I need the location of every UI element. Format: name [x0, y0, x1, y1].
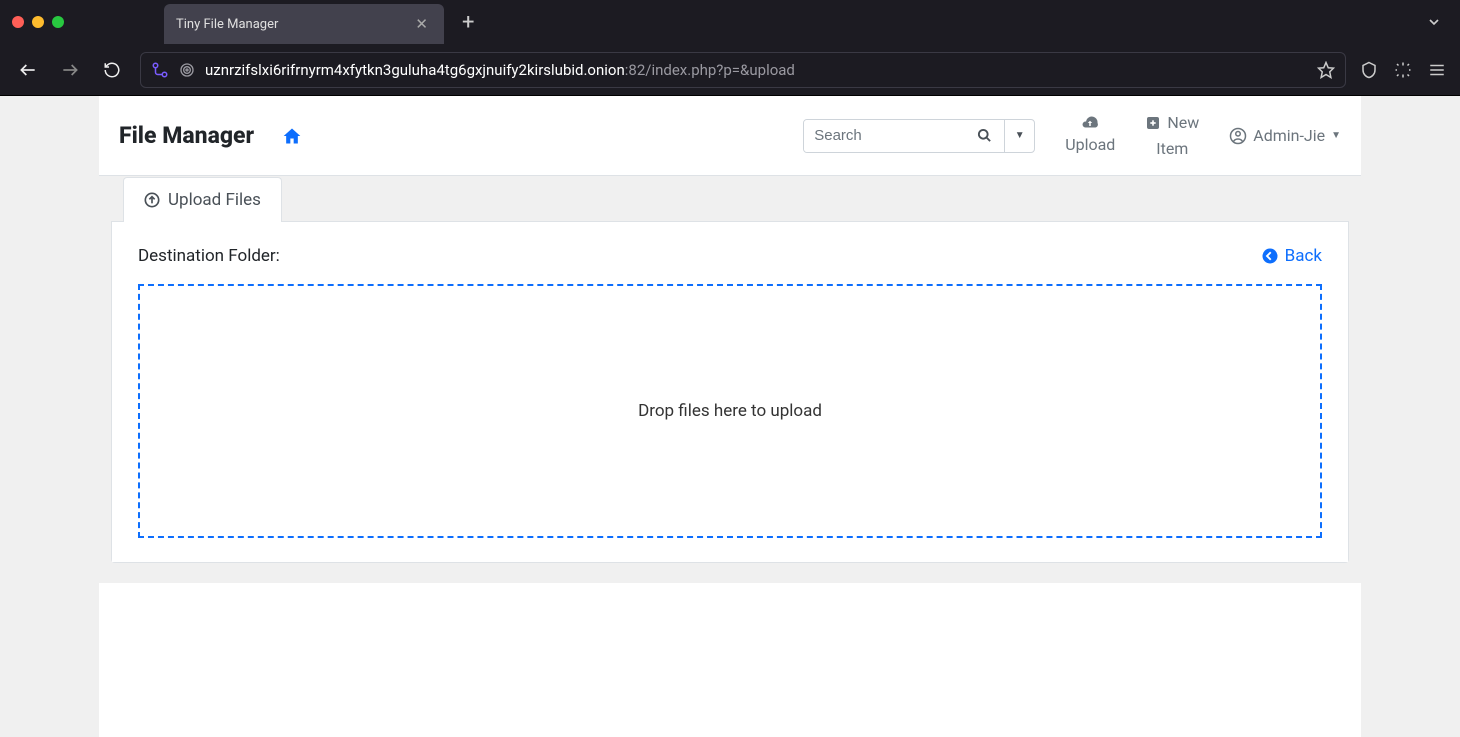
caret-down-icon: ▼	[1015, 130, 1025, 141]
destination-row: Destination Folder: Back	[138, 246, 1322, 266]
browser-tab[interactable]: Tiny File Manager ✕	[164, 4, 444, 44]
url-rest: :82/index.php?p=&upload	[625, 61, 795, 79]
url-host: uznrzifslxi6rifrnyrm4xfytkn3guluha4tg6gx…	[205, 61, 625, 79]
window-close-button[interactable]	[12, 16, 24, 28]
nav-new-item[interactable]: New Item	[1145, 110, 1199, 161]
titlebar: Tiny File Manager ✕ +	[0, 0, 1460, 44]
nav-new-label-2: Item	[1156, 136, 1188, 162]
tabs-dropdown-button[interactable]	[1426, 14, 1442, 30]
reload-button[interactable]	[98, 56, 126, 84]
search-dropdown-button[interactable]: ▼	[1004, 120, 1034, 152]
nav-new-label-1: New	[1167, 110, 1199, 136]
tabs-bar: Upload Files	[111, 176, 1349, 222]
hamburger-menu-icon[interactable]	[1428, 61, 1446, 79]
page-viewport: File Manager ▼	[0, 96, 1460, 737]
upload-card: Destination Folder: Back Drop files here…	[111, 222, 1349, 563]
home-link[interactable]	[282, 126, 302, 146]
plus-square-icon	[1145, 115, 1161, 131]
page-container: File Manager ▼	[99, 96, 1361, 737]
browser-toolbar: uznrzifslxi6rifrnyrm4xfytkn3guluha4tg6gx…	[0, 44, 1460, 96]
onion-lock-icon[interactable]	[179, 62, 195, 78]
upload-circle-icon	[144, 192, 160, 208]
search-button[interactable]	[964, 120, 1004, 152]
new-tab-button[interactable]: +	[462, 10, 474, 35]
url-text: uznrzifslxi6rifrnyrm4xfytkn3guluha4tg6gx…	[205, 61, 1307, 79]
caret-down-icon: ▼	[1331, 130, 1341, 141]
cloud-upload-icon	[1081, 114, 1099, 132]
forward-button[interactable]	[56, 56, 84, 84]
window-controls	[12, 16, 64, 28]
app-brand: File Manager	[119, 122, 254, 149]
nav-upload-label: Upload	[1065, 132, 1115, 158]
app-navbar: File Manager ▼	[99, 96, 1361, 176]
tab-upload-files-label: Upload Files	[168, 190, 261, 210]
search-icon	[977, 128, 992, 143]
nav-user-label: Admin-Jie	[1253, 126, 1325, 145]
content-area: Upload Files Destination Folder: Back	[99, 176, 1361, 583]
search-group: ▼	[803, 119, 1035, 153]
tor-circuit-icon[interactable]	[151, 61, 169, 79]
dropzone[interactable]: Drop files here to upload	[138, 284, 1322, 538]
browser-chrome: Tiny File Manager ✕ +	[0, 0, 1460, 96]
window-minimize-button[interactable]	[32, 16, 44, 28]
user-circle-icon	[1229, 127, 1247, 145]
destination-label: Destination Folder:	[138, 246, 280, 266]
home-icon	[282, 126, 302, 146]
search-input[interactable]	[804, 120, 964, 152]
back-label: Back	[1285, 246, 1322, 266]
dropzone-text: Drop files here to upload	[638, 401, 822, 421]
back-link[interactable]: Back	[1261, 246, 1322, 266]
sparkle-icon[interactable]	[1394, 61, 1412, 79]
nav-user-menu[interactable]: Admin-Jie ▼	[1229, 126, 1341, 145]
window-maximize-button[interactable]	[52, 16, 64, 28]
shield-icon[interactable]	[1360, 61, 1378, 79]
bookmark-star-icon[interactable]	[1317, 61, 1335, 79]
back-circle-icon	[1261, 247, 1279, 265]
url-bar[interactable]: uznrzifslxi6rifrnyrm4xfytkn3guluha4tg6gx…	[140, 52, 1346, 88]
back-button[interactable]	[14, 56, 42, 84]
browser-tab-title: Tiny File Manager	[176, 17, 401, 32]
close-tab-icon[interactable]: ✕	[411, 13, 432, 35]
tab-upload-files[interactable]: Upload Files	[123, 177, 282, 222]
nav-upload[interactable]: Upload	[1065, 114, 1115, 158]
